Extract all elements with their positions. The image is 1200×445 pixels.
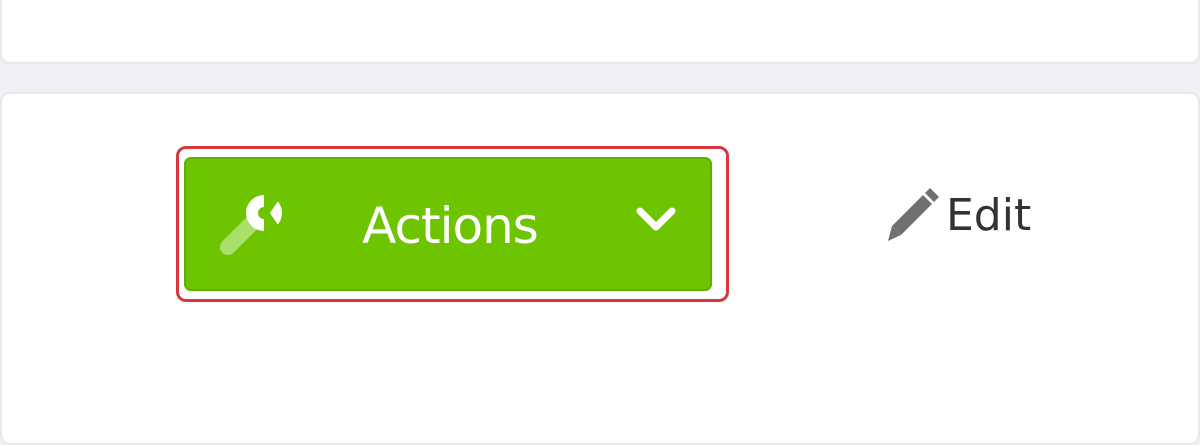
- pencil-icon: [888, 188, 939, 241]
- edit-label: Edit: [946, 190, 1032, 241]
- wrench-icon: [220, 195, 282, 255]
- actions-dropdown-button[interactable]: Actions: [184, 157, 712, 291]
- top-panel: [0, 0, 1200, 64]
- edit-button[interactable]: Edit: [876, 182, 1036, 250]
- chevron-down-icon: [636, 207, 676, 231]
